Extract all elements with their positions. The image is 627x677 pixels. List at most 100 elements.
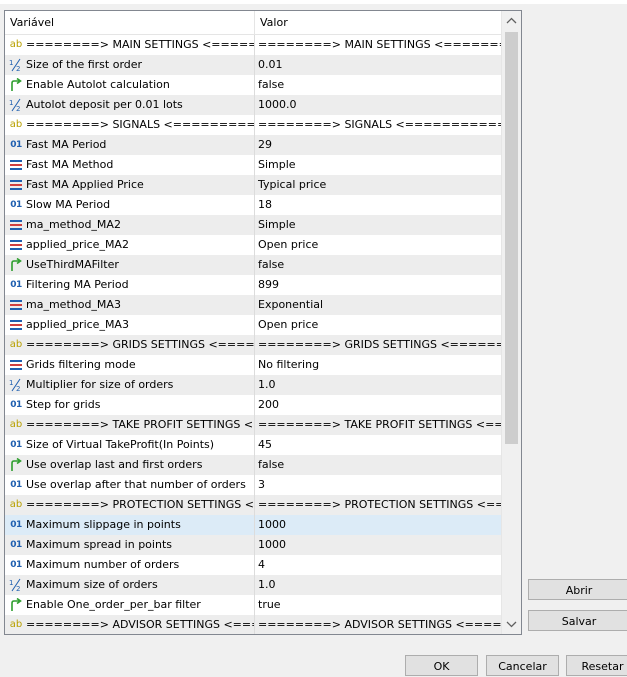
value-cell[interactable]: No filtering [255,355,501,375]
value-cell[interactable]: 45 [255,435,501,455]
value-cell[interactable]: Typical price [255,175,501,195]
table-row[interactable]: 1 2 Autolot deposit per 0.01 lots 1000.0 [5,95,501,115]
value-cell[interactable]: Open price [255,235,501,255]
variable-cell[interactable]: Enable One_order_per_bar filter [5,595,255,615]
value-cell[interactable]: 1.0 [255,375,501,395]
variable-cell[interactable]: 01 Maximum slippage in points [5,515,255,535]
value-cell[interactable]: 0.01 [255,55,501,75]
variable-cell[interactable]: applied_price_MA2 [5,235,255,255]
scroll-up-icon[interactable] [502,13,521,30]
scroll-down-icon[interactable] [502,615,521,632]
value-cell[interactable]: 1000.0 [255,95,501,115]
value-cell[interactable]: Open price [255,315,501,335]
value-cell[interactable]: Simple [255,155,501,175]
value-cell[interactable]: 4 [255,555,501,575]
value-cell[interactable]: ========> GRIDS SETTINGS <=======... [255,335,501,355]
table-row[interactable]: 01 Slow MA Period 18 [5,195,501,215]
variable-cell[interactable]: 01 Fast MA Period [5,135,255,155]
table-row[interactable]: 01 Maximum spread in points 1000 [5,535,501,555]
value-cell[interactable]: 3 [255,475,501,495]
ok-button[interactable]: OK [405,655,478,676]
table-row[interactable]: 1 2 Multiplier for size of orders 1.0 [5,375,501,395]
variable-cell[interactable]: ab ========> ADVISOR SETTINGS <===... [5,615,255,634]
variable-cell[interactable]: Use overlap last and first orders [5,455,255,475]
variable-cell[interactable]: ab ========> PROTECTION SETTINGS <... [5,495,255,515]
value-cell[interactable]: ========> MAIN SETTINGS <=======... [255,35,501,55]
variable-cell[interactable]: 01 Slow MA Period [5,195,255,215]
table-row[interactable]: ab ========> GRIDS SETTINGS <====... =====… [5,335,501,355]
variable-cell[interactable]: ma_method_MA2 [5,215,255,235]
table-row[interactable]: ab ========> ADVISOR SETTINGS <===... ====… [5,615,501,634]
variable-cell[interactable]: 01 Size of Virtual TakeProfit(In Points) [5,435,255,455]
table-row[interactable]: applied_price_MA2 Open price [5,235,501,255]
table-row[interactable]: ma_method_MA2 Simple [5,215,501,235]
table-row[interactable]: 01 Size of Virtual TakeProfit(In Points) 4… [5,435,501,455]
value-cell[interactable]: ========> PROTECTION SETTINGS <==... [255,495,501,515]
table-row[interactable]: 01 Step for grids 200 [5,395,501,415]
variable-cell[interactable]: 01 Filtering MA Period [5,275,255,295]
variable-cell[interactable]: UseThirdMAFilter [5,255,255,275]
table-row[interactable]: Enable One_order_per_bar filter true [5,595,501,615]
value-cell[interactable]: 1000 [255,535,501,555]
value-cell[interactable]: ========> ADVISOR SETTINGS <=====... [255,615,501,634]
table-row[interactable]: ma_method_MA3 Exponential [5,295,501,315]
table-row[interactable]: Fast MA Method Simple [5,155,501,175]
scrollbar-thumb[interactable] [505,32,518,444]
table-row[interactable]: ab========> SIGNALS <===========...=====… [5,115,501,135]
variable-cell[interactable]: ma_method_MA3 [5,295,255,315]
table-row[interactable]: 1 2 Size of the first order 0.01 [5,55,501,75]
variable-cell[interactable]: 1 2 Autolot deposit per 0.01 lots [5,95,255,115]
variable-cell[interactable]: ab ========> MAIN SETTINGS <=====... [5,35,255,55]
value-cell[interactable]: Simple [255,215,501,235]
variable-cell[interactable]: 1 2 Maximum size of orders [5,575,255,595]
table-row[interactable]: ab ========> MAIN SETTINGS <=====... =====… [5,35,501,55]
table-row[interactable]: Grids filtering mode No filtering [5,355,501,375]
reset-button[interactable]: Resetar [566,655,627,676]
table-row[interactable]: 1 2 Maximum size of orders 1.0 [5,575,501,595]
value-cell[interactable]: false [255,75,501,95]
table-row[interactable]: Fast MA Applied Price Typical price [5,175,501,195]
variable-cell[interactable]: 1 2 Size of the first order [5,55,255,75]
table-row[interactable]: ab ========> TAKE PROFIT SETTINGS <... ===… [5,415,501,435]
table-row[interactable]: UseThirdMAFilter false [5,255,501,275]
table-row[interactable]: 01 Maximum slippage in points 1000 [5,515,501,535]
table-row[interactable]: ab ========> PROTECTION SETTINGS <... ====… [5,495,501,515]
save-button[interactable]: Salvar [528,610,627,631]
variable-cell[interactable]: applied_price_MA3 [5,315,255,335]
vertical-scrollbar[interactable] [501,11,521,634]
table-row[interactable]: 01 Filtering MA Period 899 [5,275,501,295]
table-row[interactable]: Use overlap last and first orders false [5,455,501,475]
variable-cell[interactable]: 01 Maximum number of orders [5,555,255,575]
value-cell[interactable]: 1000 [255,515,501,535]
variable-cell[interactable]: Fast MA Method [5,155,255,175]
column-header-value[interactable]: Valor [255,11,501,34]
variable-cell[interactable]: Enable Autolot calculation [5,75,255,95]
column-header-variable[interactable]: Variável [5,11,255,34]
table-row[interactable]: 01 Use overlap after that number of order… [5,475,501,495]
value-cell[interactable]: 200 [255,395,501,415]
value-cell[interactable]: 899 [255,275,501,295]
table-row[interactable]: 01 Maximum number of orders 4 [5,555,501,575]
variable-cell[interactable]: 01 Step for grids [5,395,255,415]
table-row[interactable]: applied_price_MA3 Open price [5,315,501,335]
value-cell[interactable]: false [255,255,501,275]
variable-cell[interactable]: Fast MA Applied Price [5,175,255,195]
variable-cell[interactable]: Grids filtering mode [5,355,255,375]
value-cell[interactable]: true [255,595,501,615]
value-cell[interactable]: 18 [255,195,501,215]
variable-cell[interactable]: ab========> SIGNALS <===========... [5,115,255,135]
variable-cell[interactable]: ab ========> TAKE PROFIT SETTINGS <... [5,415,255,435]
value-cell[interactable]: false [255,455,501,475]
value-cell[interactable]: ========> TAKE PROFIT SETTINGS <==... [255,415,501,435]
value-cell[interactable]: 1.0 [255,575,501,595]
value-cell[interactable]: 29 [255,135,501,155]
variable-cell[interactable]: 1 2 Multiplier for size of orders [5,375,255,395]
value-cell[interactable]: Exponential [255,295,501,315]
variable-cell[interactable]: 01 Use overlap after that number of order… [5,475,255,495]
variable-cell[interactable]: ab ========> GRIDS SETTINGS <====... [5,335,255,355]
table-row[interactable]: 01 Fast MA Period 29 [5,135,501,155]
table-row[interactable]: Enable Autolot calculation false [5,75,501,95]
value-cell[interactable]: ========> SIGNALS <============... [255,115,501,135]
variable-cell[interactable]: 01 Maximum spread in points [5,535,255,555]
open-button[interactable]: Abrir [528,579,627,600]
